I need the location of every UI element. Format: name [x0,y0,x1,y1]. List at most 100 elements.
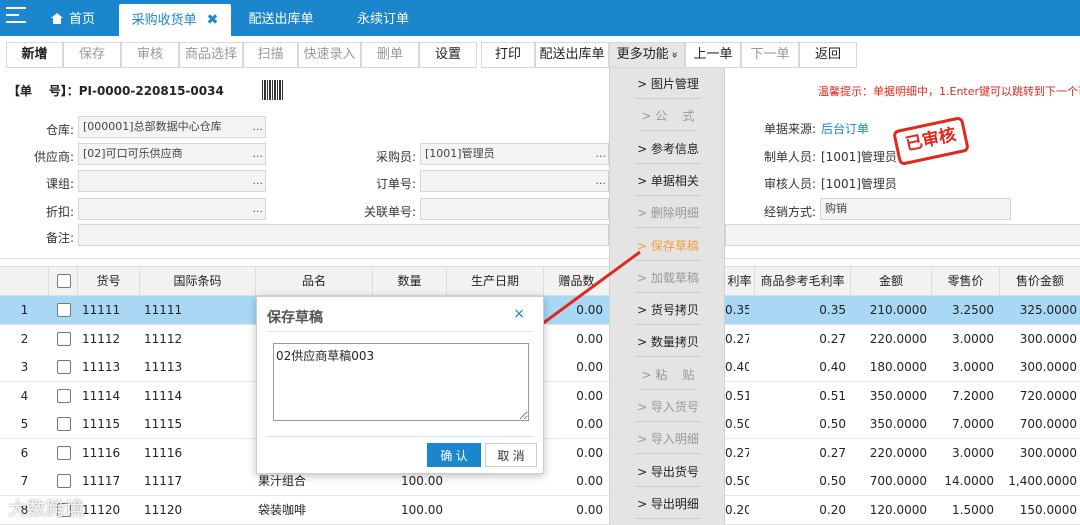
more-dots-icon[interactable]: ... [253,171,264,191]
more-menu-item[interactable]: > 加载草稿 [610,264,726,293]
more-menu-item[interactable]: > 公 式 [610,102,726,132]
more-menu-item-label: > 加载草稿 [635,264,701,293]
buyer-field[interactable]: [1001]管理员... [420,143,609,165]
sales-mode-label: 经销方式: [763,205,816,219]
delivery-out-button[interactable]: 配送出库单 [535,42,609,68]
cell-sku: 11117 [82,474,121,488]
scan-button[interactable]: 扫描 [243,42,298,68]
discount-field[interactable]: ... [78,198,266,220]
table-row[interactable]: 8 11120 11120 袋装咖啡 100.00 0.00 0.20 0.20 120.000… [0,495,1080,525]
supplier-field[interactable]: [02]可口可乐供应商... [78,143,266,165]
close-tab-icon[interactable]: ✖ [207,12,219,28]
cell-sku: 11116 [82,445,121,460]
more-dots-icon[interactable]: ... [253,199,264,219]
group-field[interactable]: ... [78,170,266,192]
dialog-title: 保存草稿 [267,310,323,326]
header-rownum [0,267,49,296]
cell-gift: 0.00 [576,360,603,374]
row-checkbox[interactable] [57,474,71,488]
more-menu-item[interactable]: > 货号拷贝 [610,296,726,326]
more-menu-item[interactable]: > 导入货号 [610,393,726,422]
remark-field[interactable] [78,224,609,246]
cell-sku: 11114 [82,388,121,403]
cell-margin: 0.50 [725,417,749,431]
delete-button[interactable]: 删单 [361,42,419,68]
cell-sku: 11111 [82,303,121,317]
next-button[interactable]: 下一单 [741,42,799,68]
cell-margin: 0.27 [725,445,749,460]
more-menu-item[interactable]: > 保存草稿 [610,232,726,261]
more-menu-item-label: > 导出货号 [635,458,701,487]
barcode-icon[interactable] [262,80,284,100]
more-dots-icon[interactable]: ... [596,144,607,164]
chevron-down-icon: » [668,51,682,59]
header-ref-margin: 商品参考毛利率 [755,267,851,296]
more-menu-item[interactable]: > 数量拷贝 [610,328,726,358]
order-no-field[interactable]: ... [420,170,609,192]
audit-button[interactable]: 审核 [121,42,179,68]
cell-gift: 0.00 [576,331,603,346]
row-checkbox[interactable] [57,331,71,346]
related-no-label: 关联单号: [363,205,416,219]
more-menu-item[interactable]: > 导入明细 [610,425,726,455]
cell-ref-margin: 0.40 [819,360,846,374]
draft-name-input[interactable] [273,343,529,421]
warehouse-field[interactable]: [000001]总部数据中心仓库... [78,116,266,138]
hamburger-menu-icon[interactable] [6,7,26,25]
tab-purchase-receipt[interactable]: 采购收货单 ✖ [119,4,231,36]
prev-button[interactable]: 上一单 [685,42,741,68]
cell-no: 4 [20,388,29,403]
related-no-field[interactable] [420,198,609,220]
more-dots-icon[interactable]: ... [253,144,264,164]
row-checkbox[interactable] [57,417,71,431]
product-select-button[interactable]: 商品选择 [179,42,243,68]
cell-retail: 3.0000 [952,331,994,346]
header-checkbox-cell [49,267,78,296]
cell-gift: 0.00 [576,474,603,488]
cell-retail: 7.0000 [952,417,994,431]
buyer-label: 采购员: [375,150,416,164]
cell-amount: 180.0000 [869,360,927,374]
close-icon[interactable]: × [513,306,525,322]
confirm-button[interactable]: 确 认 [427,443,481,467]
more-menu-item-label: > 导入货号 [635,393,701,422]
save-button[interactable]: 保存 [63,42,121,68]
source-link[interactable]: 后台订单 [821,120,869,137]
cell-amount: 220.0000 [869,445,927,460]
cell-gift: 0.00 [576,445,603,460]
more-menu-item[interactable]: > 单据相关 [610,167,726,196]
quick-entry-button[interactable]: 快速录入 [298,42,361,68]
back-button[interactable]: 返回 [799,42,857,68]
more-dots-icon[interactable]: ... [596,171,607,191]
cell-no: 6 [20,445,29,460]
select-all-checkbox[interactable] [57,274,71,288]
more-menu-item[interactable]: > 参考信息 [610,135,726,164]
row-checkbox[interactable] [57,445,71,460]
more-dots-icon[interactable]: ... [253,117,264,137]
auditor-value: [1001]管理员 [821,177,897,191]
new-button[interactable]: 新增 [6,42,63,68]
more-menu-item[interactable]: > 粘 贴 [610,361,726,390]
cell-no: 5 [20,417,29,431]
row-checkbox[interactable] [57,360,71,374]
cancel-button[interactable]: 取 消 [485,443,537,467]
tab-delivery-out[interactable]: 配送出库单 [238,4,324,36]
row-checkbox[interactable] [57,388,71,403]
row-checkbox[interactable] [57,303,71,317]
cell-retail: 14.0000 [944,474,994,488]
print-button[interactable]: 打印 [481,42,535,68]
more-menu-item[interactable]: > 导出明细 [610,490,726,519]
more-functions-button[interactable]: 更多功能» [609,42,685,68]
more-menu-item[interactable]: > 图片管理 [610,70,726,99]
more-menu-item[interactable]: > 导出货号 [610,458,726,487]
header-prod-date: 生产日期 [447,267,544,296]
settings-button[interactable]: 设置 [419,42,477,68]
discount-label: 折扣: [45,205,74,219]
more-menu-item-label: > 参考信息 [635,135,701,164]
tab-perpetual-order[interactable]: 永续订单 [345,4,421,36]
remark-field-extension[interactable] [725,224,1080,246]
tab-home[interactable]: 首页 [38,4,108,36]
more-menu-item[interactable]: > 删除明细 [610,199,726,229]
sales-mode-field[interactable]: 购销 [820,198,1011,220]
cell-retail-amount: 1,400.0000 [1008,474,1077,488]
